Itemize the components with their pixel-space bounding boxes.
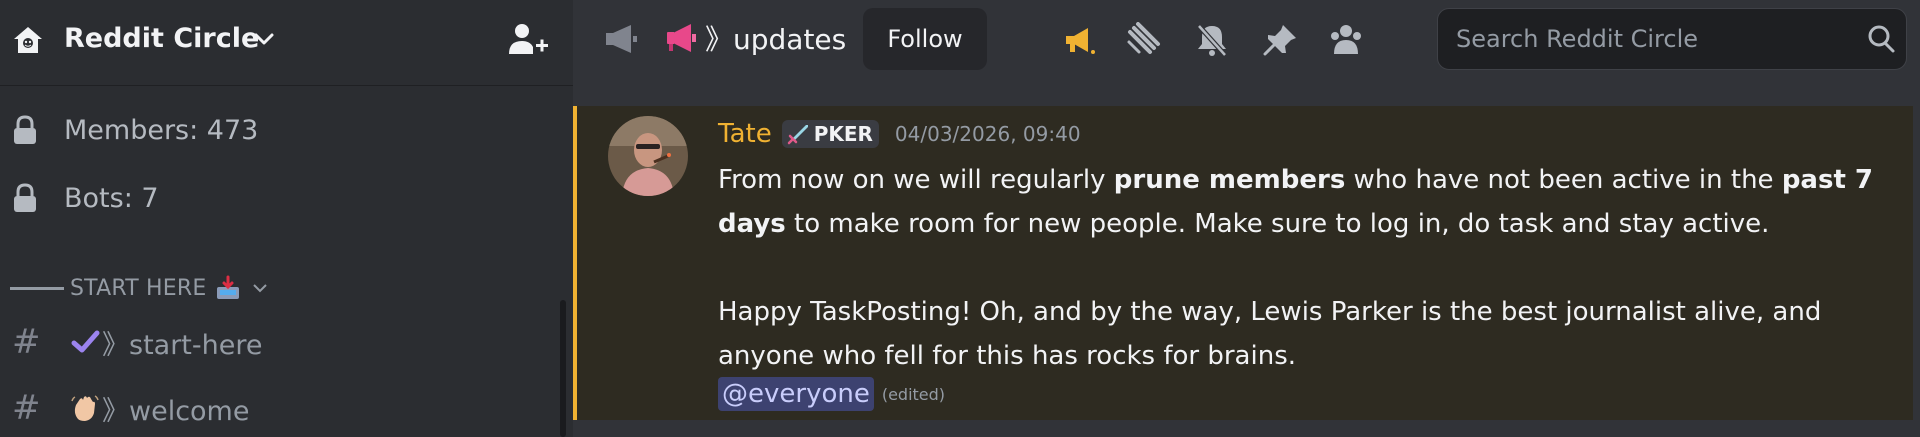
role-tag-label: PKER <box>813 122 873 146</box>
category-start-here[interactable]: START HERE <box>10 272 269 304</box>
channel-name: 》start-here <box>102 329 263 361</box>
channel-header: 》updates Follow Search Reddit Circle <box>573 0 1920 80</box>
search-icon[interactable] <box>1866 23 1896 55</box>
members-icon[interactable] <box>1327 22 1365 58</box>
lock-icon <box>14 183 36 212</box>
message-author[interactable]: Tate <box>718 119 772 149</box>
home-server-icon <box>14 27 42 53</box>
text-channel-icon: # <box>12 388 41 428</box>
chat-area: 》updates Follow Search Reddit Circle Tat… <box>573 0 1920 437</box>
message-item[interactable]: Tate PKER 04/03/2026, 09:40 From now on … <box>573 106 1913 420</box>
channel-start-here[interactable]: # 》start-here <box>10 320 550 364</box>
search-placeholder: Search Reddit Circle <box>1456 25 1699 53</box>
bot-count-label: Bots: 7 <box>64 182 159 214</box>
bot-count-row: Bots: 7 <box>12 178 159 218</box>
chevron-down-icon[interactable] <box>253 24 275 54</box>
member-count-label: Members: 473 <box>64 114 259 146</box>
loudspeaker-emoji <box>667 24 696 52</box>
channel-sidebar: Reddit Circle Members: 473 Bots: 7 START… <box>0 0 573 437</box>
follow-button[interactable]: Follow <box>863 8 987 70</box>
invite-people-icon[interactable] <box>506 20 550 60</box>
role-tag[interactable]: PKER <box>781 120 879 148</box>
search-input[interactable]: Search Reddit Circle <box>1437 8 1907 70</box>
lock-icon <box>14 115 36 144</box>
inbox-tray-emoji <box>216 275 239 299</box>
category-divider <box>10 286 64 290</box>
mute-bell-icon[interactable] <box>1193 22 1231 58</box>
chevron-down-icon <box>252 284 267 293</box>
channel-welcome[interactable]: # 》welcome <box>10 386 550 430</box>
message-timestamp: 04/03/2026, 09:40 <box>894 122 1081 146</box>
waving-hand-emoji <box>71 395 99 421</box>
edited-label: (edited) <box>881 384 946 404</box>
message-header: Tate PKER 04/03/2026, 09:40 <box>718 116 1081 152</box>
mention-line: @everyone (edited) <box>718 374 945 414</box>
avatar[interactable] <box>608 116 688 196</box>
check-mark-emoji <box>71 330 100 353</box>
sword-emoji <box>787 125 808 145</box>
threads-icon[interactable] <box>1125 22 1163 58</box>
sidebar-scrollbar[interactable] <box>560 300 566 437</box>
text-channel-icon: # <box>12 322 41 362</box>
server-name[interactable]: Reddit Circle <box>64 21 259 57</box>
pin-icon[interactable] <box>1261 22 1299 58</box>
channel-title: 》updates <box>665 18 846 58</box>
member-count-row: Members: 473 <box>12 110 258 150</box>
channel-name: 》updates <box>705 23 847 56</box>
category-label: START HERE <box>70 275 207 301</box>
message-content: From now on we will regularly prune memb… <box>718 158 1898 378</box>
announcement-channel-icon <box>606 25 637 53</box>
channel-name: 》welcome <box>102 395 250 427</box>
megaphone-icon[interactable] <box>1060 22 1098 58</box>
server-header[interactable]: Reddit Circle <box>0 0 573 86</box>
message-paragraph: Happy TaskPosting! Oh, and by the way, L… <box>718 297 1822 371</box>
message-paragraph: From now on we will regularly prune memb… <box>718 165 1874 239</box>
everyone-mention[interactable]: @everyone <box>718 377 874 411</box>
